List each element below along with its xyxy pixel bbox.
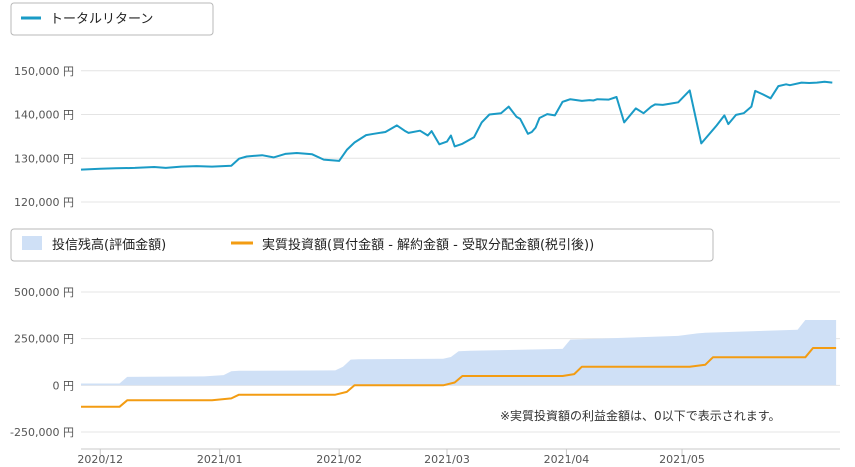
- chart-svg: トータルリターン 投信残高(評価金額) 実質投資額(買付金額 - 解約金額 - …: [10, 2, 840, 466]
- top-ytick-label: 120,000 円: [14, 196, 74, 209]
- legend-balance-label: 投信残高(評価金額): [52, 237, 166, 253]
- balance-area: [81, 320, 837, 386]
- legend-balance-swatch: [22, 236, 42, 250]
- top-ytick-label: 150,000 円: [14, 65, 74, 78]
- bottom-ytick-label: -250,000 円: [10, 426, 74, 439]
- x-tick-label: 2021/04: [544, 453, 590, 466]
- legend-top-label: トータルリターン: [50, 12, 153, 27]
- chart-note: ※実質投資額の利益金額は、0以下で表示されます。: [500, 408, 781, 423]
- top-ytick-label: 140,000 円: [14, 109, 74, 122]
- top-ytick-label: 130,000 円: [14, 152, 74, 165]
- x-tick-label: 2020/12: [77, 453, 123, 466]
- x-tick-label: 2021/03: [424, 453, 470, 466]
- chart-root: トータルリターン 投信残高(評価金額) 実質投資額(買付金額 - 解約金額 - …: [0, 0, 855, 467]
- x-tick-label: 2021/05: [659, 453, 705, 466]
- bottom-ytick-label: 0 円: [53, 379, 75, 392]
- total-return-line: [80, 80, 833, 171]
- x-tick-label: 2021/02: [316, 453, 362, 466]
- legend-investment-label: 実質投資額(買付金額 - 解約金額 - 受取分配金額(税引後)): [262, 237, 594, 253]
- x-tick-label: 2021/01: [197, 453, 243, 466]
- bottom-ytick-label: 500,000 円: [14, 286, 74, 299]
- bottom-ytick-label: 250,000 円: [14, 333, 74, 346]
